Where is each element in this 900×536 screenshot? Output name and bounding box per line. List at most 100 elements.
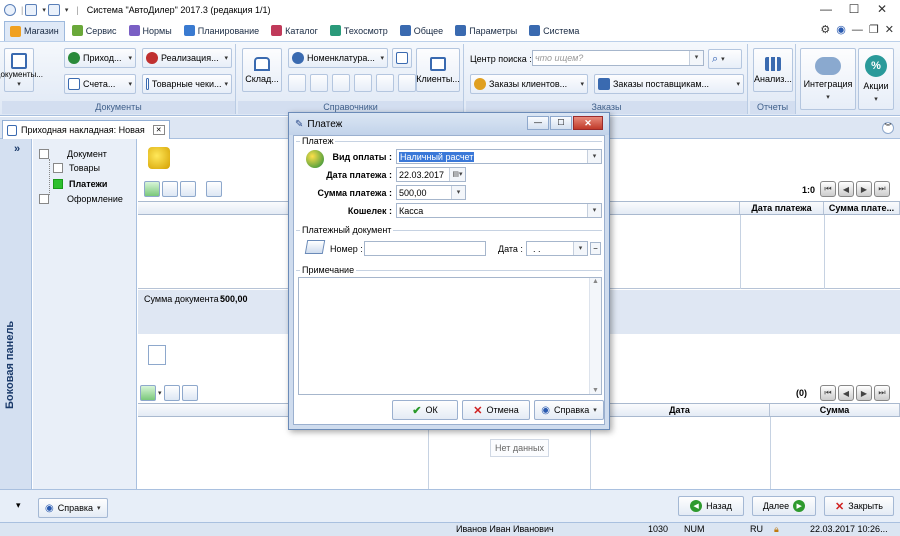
prev-page-icon[interactable]: ◀ (838, 385, 854, 401)
scroll-down-icon[interactable]: ▼ (592, 387, 599, 394)
cancel-button[interactable]: ✕ Отмена (462, 400, 530, 420)
maximize-button[interactable]: ☐ (840, 2, 868, 16)
doc-button[interactable] (392, 48, 412, 68)
nomenklatura-button[interactable]: Номенклатура... ▾ (288, 48, 388, 68)
documents-button[interactable]: Документы... ▾ (0, 48, 43, 92)
payments-col-date[interactable]: Дата платежа (740, 202, 824, 214)
dialog-help-button[interactable]: ◉ Справка ▾ (534, 400, 604, 420)
klienty-button[interactable]: Клиенты... (416, 48, 460, 92)
app-icon[interactable] (4, 4, 16, 16)
wallet-select[interactable]: Касса ▾ (396, 203, 602, 218)
next-page-icon[interactable]: ▶ (856, 181, 872, 197)
scroll-up-icon[interactable]: ▲ (592, 278, 599, 285)
close-tab-icon[interactable]: ✕ (152, 125, 165, 135)
add-icon[interactable] (144, 181, 160, 197)
nav-item-platezhi[interactable]: Платежи (53, 179, 107, 189)
clear-date-button[interactable]: − (590, 242, 601, 255)
last-page-icon[interactable]: ⏭ (874, 181, 890, 197)
first-page-icon[interactable]: ⏮ (820, 181, 836, 197)
pencil-icon[interactable] (398, 74, 416, 92)
close-button[interactable]: ✕ Закрыть (824, 496, 894, 516)
dialog-maximize-button[interactable]: ☐ (550, 116, 572, 130)
number-field[interactable] (364, 241, 486, 256)
nav-item-document[interactable]: Документ (39, 149, 107, 159)
date-field[interactable]: . . ▾ (526, 241, 588, 256)
tab-planirovanie[interactable]: Планирование (179, 21, 264, 41)
back-button[interactable]: ◀ Назад (678, 496, 744, 516)
tab-parametry[interactable]: Параметры (450, 21, 522, 41)
tab-sistema[interactable]: Система (524, 21, 584, 41)
zakazy-klientov-button[interactable]: Заказы клиентов... ▾ (470, 74, 588, 94)
parts-icon[interactable] (288, 74, 306, 92)
add-icon[interactable] (140, 385, 156, 401)
settings-icon[interactable]: ⚙ (820, 23, 830, 36)
scheta-button[interactable]: Счета... ▾ (64, 74, 136, 94)
close-button[interactable]: ✕ (868, 2, 896, 16)
delete-icon[interactable] (163, 385, 180, 401)
tab-prihodnaya-nakladnaya[interactable]: Приходная накладная: Новая ✕ (2, 120, 170, 139)
tab-obshee[interactable]: Общее (395, 21, 448, 41)
collapse-icon[interactable]: ︾ (882, 122, 894, 134)
tab-katalog[interactable]: Каталог (266, 21, 323, 41)
chevron-down-icon[interactable]: ▾ (451, 186, 465, 199)
side-panel-toggle[interactable]: » (14, 143, 20, 155)
bottom-col-date[interactable]: Дата (590, 404, 770, 416)
next-button[interactable]: Далее ▶ (752, 496, 816, 516)
dialog-title-bar[interactable]: ✎ Платеж — ☐ ✕ (289, 113, 609, 135)
next-page-icon[interactable]: ▶ (856, 385, 872, 401)
chevron-down-icon[interactable]: ▾ (158, 389, 162, 397)
side-panel[interactable]: » Боковая панель (0, 139, 32, 489)
chevron-down-icon[interactable]: ▾ (573, 242, 587, 255)
minimize-icon[interactable]: — (852, 24, 863, 36)
table-icon[interactable] (332, 74, 350, 92)
integraciya-button[interactable]: Интеграция ▾ (800, 48, 856, 110)
help-button[interactable]: ◉ Справка ▾ (38, 498, 108, 518)
akcii-button[interactable]: % Акции ▾ (858, 48, 894, 110)
zakazy-postavshikam-button[interactable]: Заказы поставщикам... ▾ (594, 74, 744, 94)
delete-icon[interactable] (162, 181, 178, 197)
restore-icon[interactable]: ❐ (869, 23, 879, 36)
payments-col-sum[interactable]: Сумма плате... (824, 202, 900, 214)
last-page-icon[interactable]: ⏭ (874, 385, 890, 401)
prev-page-icon[interactable]: ◀ (838, 181, 854, 197)
copy-icon[interactable] (25, 4, 38, 16)
pay-date-field[interactable]: 22.03.2017 ▤▾ (396, 167, 466, 182)
edit-icon[interactable] (180, 181, 196, 197)
chevron-down-icon[interactable]: ▾ (65, 6, 69, 14)
search-input[interactable]: что ищем? ▾ (532, 50, 704, 66)
pay-type-select[interactable]: Наличный расчет ▾ (396, 149, 602, 164)
close-icon[interactable]: ✕ (885, 23, 894, 36)
pay-sum-field[interactable]: 500,00 ▾ (396, 185, 466, 200)
save-icon[interactable] (47, 4, 60, 16)
chevron-down-icon[interactable]: ▾ (689, 51, 703, 65)
note-scrollbar[interactable]: ▲ ▼ (589, 278, 601, 394)
dialog-minimize-button[interactable]: — (527, 116, 549, 130)
search-button[interactable]: ⌕ ▾ (708, 49, 742, 69)
chek-button[interactable]: Товарные чеки... ▾ (142, 74, 232, 94)
tab-servis[interactable]: Сервис (67, 21, 122, 41)
analiz-button[interactable]: Анализ... (753, 48, 793, 92)
first-page-icon[interactable]: ⏮ (820, 385, 836, 401)
sklad-button[interactable]: Склад... (242, 48, 282, 92)
minimize-button[interactable]: — (812, 2, 840, 16)
tab-magazin[interactable]: Магазин (4, 20, 65, 41)
realizaciya-button[interactable]: Реализация... ▾ (142, 48, 232, 68)
bottom-col-sum[interactable]: Сумма (770, 404, 900, 416)
note-textarea[interactable]: ▲ ▼ (298, 277, 602, 395)
collapse-down-icon[interactable]: ▾ (16, 500, 21, 511)
nav-item-oformlenie[interactable]: Оформление (39, 194, 123, 204)
dialog-close-button[interactable]: ✕ (573, 116, 603, 130)
edit-icon[interactable] (181, 385, 198, 401)
tab-normy[interactable]: Нормы (124, 21, 177, 41)
nav-item-tovary[interactable]: Товары (53, 163, 100, 173)
ok-button[interactable]: ✔ ОК (392, 400, 458, 420)
person-icon[interactable] (354, 74, 372, 92)
moon-icon[interactable] (376, 74, 394, 92)
chevron-down-icon[interactable]: ▾ (587, 150, 601, 163)
box-icon[interactable] (310, 74, 328, 92)
chevron-down-icon[interactable]: ▾ (587, 204, 601, 217)
tab-tehosmotr[interactable]: Техосмотр (325, 21, 393, 41)
prihod-button[interactable]: Приход... ▾ (64, 48, 136, 68)
help-icon[interactable]: ◉ (836, 23, 846, 36)
chevron-down-icon[interactable]: ▾ (42, 6, 46, 14)
